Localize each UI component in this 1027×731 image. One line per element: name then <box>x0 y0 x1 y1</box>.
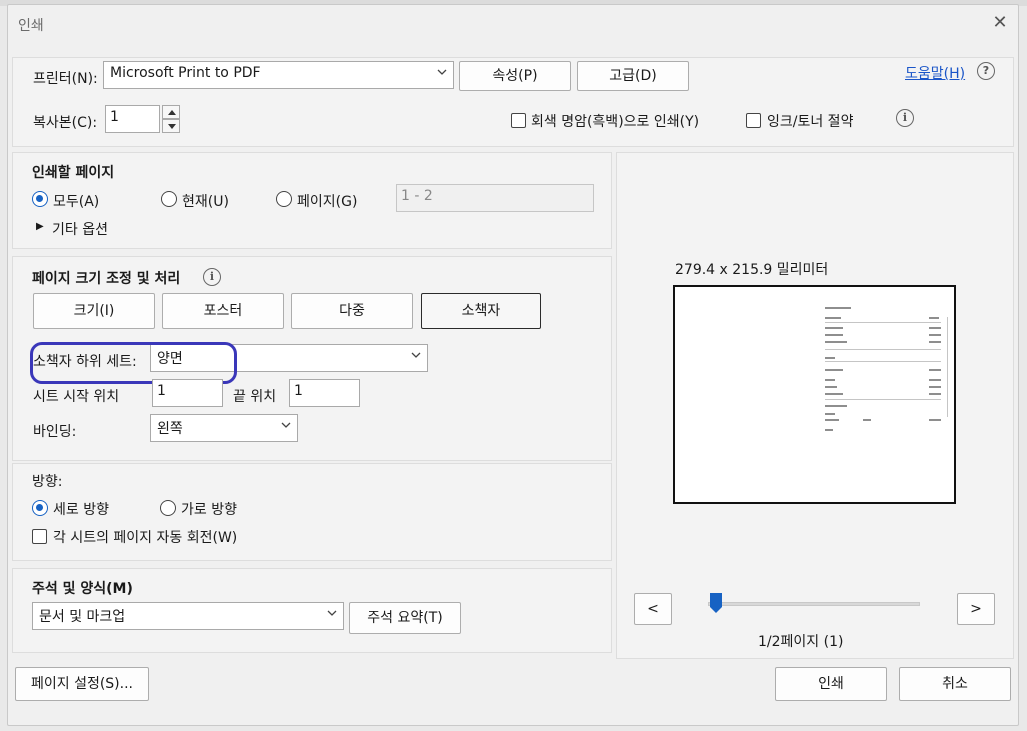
pages-range-input[interactable]: 1 - 2 <box>396 184 594 212</box>
tab-poster[interactable]: 포스터 <box>162 293 284 329</box>
preview-next-button[interactable]: > <box>957 593 995 625</box>
tab-multiple[interactable]: 다중 <box>291 293 413 329</box>
pages-all-radio[interactable] <box>32 191 48 207</box>
binding-select[interactable]: 왼쪽 <box>150 414 298 442</box>
pages-all-label[interactable]: 모두(A) <box>53 191 99 211</box>
thumb-line <box>929 369 941 371</box>
thumb-line <box>929 341 941 343</box>
sizing-info-icon[interactable]: i <box>203 268 221 286</box>
print-dialog: 인쇄 ✕ 프린터(N): Microsoft Print to PDF 속성(P… <box>7 4 1019 726</box>
thumb-line <box>825 322 941 323</box>
thumb-line <box>929 379 941 381</box>
pages-range-radio[interactable] <box>276 191 292 207</box>
help-question-icon[interactable]: ? <box>977 62 995 80</box>
chevron-down-icon <box>437 69 447 75</box>
preview-size-text: 279.4 x 215.9 밀리미터 <box>675 262 829 278</box>
thumb-line <box>825 413 835 415</box>
printer-label: 프린터(N): <box>33 71 98 87</box>
help-link[interactable]: 도움말(H) <box>905 63 965 83</box>
chevron-down-icon <box>281 422 291 428</box>
copies-label: 복사본(C): <box>33 115 98 131</box>
slider-thumb[interactable] <box>709 592 723 614</box>
thumb-line <box>825 361 941 362</box>
stepper-up-icon[interactable] <box>162 105 180 119</box>
binding-label: 바인딩: <box>33 424 77 440</box>
save-ink-checkbox[interactable] <box>746 113 761 128</box>
more-options-arrow-icon[interactable]: ▶ <box>36 221 44 232</box>
properties-button[interactable]: 속성(P) <box>459 61 571 91</box>
pages-current-label[interactable]: 현재(U) <box>182 191 229 211</box>
auto-rotate-checkbox[interactable] <box>32 529 47 544</box>
grayscale-label[interactable]: 회색 명암(흑백)으로 인쇄(Y) <box>531 111 699 131</box>
comments-title: 주석 및 양식(M) <box>32 581 133 597</box>
comments-value: 문서 및 마크업 <box>39 609 126 625</box>
thumb-line <box>825 419 839 421</box>
binding-value: 왼쪽 <box>157 421 183 437</box>
sheet-to-input[interactable]: 1 <box>289 379 360 407</box>
pages-current-radio[interactable] <box>161 191 177 207</box>
chevron-down-icon <box>411 352 421 358</box>
grayscale-checkbox[interactable] <box>511 113 526 128</box>
info-icon[interactable]: i <box>896 109 914 127</box>
thumb-line <box>947 317 948 417</box>
landscape-label[interactable]: 가로 방향 <box>181 499 237 519</box>
copies-input[interactable]: 1 <box>105 105 160 133</box>
portrait-radio[interactable] <box>32 500 48 516</box>
comments-select[interactable]: 문서 및 마크업 <box>32 602 344 630</box>
annotation-highlight <box>30 342 237 384</box>
thumb-line <box>825 317 841 319</box>
thumb-line <box>825 327 843 329</box>
copies-stepper[interactable] <box>162 105 180 133</box>
tab-size[interactable]: 크기(I) <box>33 293 155 329</box>
thumb-line <box>825 386 837 388</box>
pages-range-label[interactable]: 페이지(G) <box>297 191 357 211</box>
thumb-line <box>825 393 843 395</box>
thumb-line <box>825 307 851 309</box>
page-sizing-title: 페이지 크기 조정 및 처리 <box>32 271 181 287</box>
print-button[interactable]: 인쇄 <box>775 667 887 701</box>
printer-select[interactable]: Microsoft Print to PDF <box>103 61 454 89</box>
sheet-to-label: 끝 위치 <box>233 389 277 405</box>
portrait-label[interactable]: 세로 방향 <box>53 499 109 519</box>
orientation-title: 방향: <box>32 474 63 490</box>
close-icon[interactable]: ✕ <box>990 13 1010 33</box>
preview-page-indicator: 1/2페이지 (1) <box>758 634 844 650</box>
thumb-line <box>825 349 941 350</box>
thumb-line <box>825 334 843 336</box>
landscape-radio[interactable] <box>160 500 176 516</box>
stepper-down-icon[interactable] <box>162 119 180 133</box>
more-options-toggle[interactable]: 기타 옵션 <box>52 219 108 239</box>
thumb-line <box>825 399 941 400</box>
auto-rotate-label[interactable]: 각 시트의 페이지 자동 회전(W) <box>53 527 237 547</box>
thumb-line <box>929 334 941 336</box>
dialog-title: 인쇄 <box>18 18 44 34</box>
tab-booklet[interactable]: 소책자 <box>421 293 541 329</box>
thumb-line <box>929 317 939 319</box>
preview-prev-button[interactable]: < <box>634 593 672 625</box>
thumb-line <box>863 419 871 421</box>
thumb-line <box>825 379 835 381</box>
sheet-from-input[interactable]: 1 <box>152 379 223 407</box>
preview-page <box>673 285 956 504</box>
thumb-line <box>825 429 833 431</box>
chevron-down-icon <box>327 610 337 616</box>
sheet-from-label: 시트 시작 위치 <box>33 389 120 405</box>
thumb-line <box>929 419 941 421</box>
thumb-line <box>825 405 847 407</box>
cancel-button[interactable]: 취소 <box>899 667 1011 701</box>
pages-to-print-title: 인쇄할 페이지 <box>32 165 115 181</box>
thumb-line <box>929 386 941 388</box>
thumb-line <box>929 393 941 395</box>
advanced-button[interactable]: 고급(D) <box>577 61 689 91</box>
thumb-line <box>825 369 843 371</box>
page-setup-button[interactable]: 페이지 설정(S)... <box>15 667 149 701</box>
thumb-line <box>929 327 941 329</box>
printer-select-value: Microsoft Print to PDF <box>110 65 261 81</box>
thumb-line <box>825 341 847 343</box>
thumb-line <box>825 357 835 359</box>
preview-page-slider[interactable] <box>708 602 920 606</box>
save-ink-label[interactable]: 잉크/토너 절약 <box>767 111 853 131</box>
summarize-comments-button[interactable]: 주석 요약(T) <box>349 602 461 634</box>
